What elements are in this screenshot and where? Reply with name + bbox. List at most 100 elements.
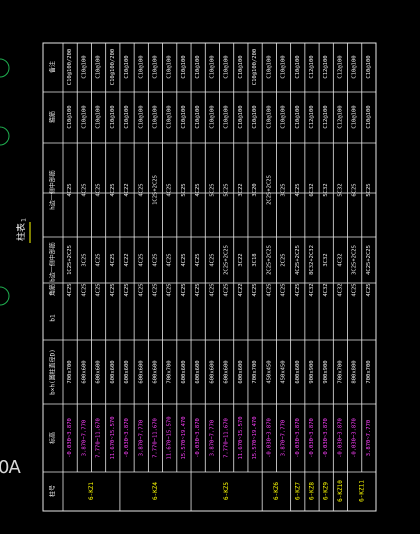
b-mid-bar-cell: 2C25+2C25	[224, 245, 230, 275]
b-mid-bar-cell: 1C25+2C25	[67, 245, 73, 275]
b-mid-bar-cell: 4C25	[110, 253, 116, 266]
b-mid-bar-cell: 2C25	[281, 253, 287, 266]
section-size-cell: 600x600	[138, 360, 144, 383]
column-id-cell: 6-KZ8	[308, 482, 315, 500]
b-mid-bar-cell: 4C22	[124, 253, 130, 266]
elevation-cell: -0.030~3.870	[266, 418, 272, 458]
note-cell: C12@100	[309, 55, 315, 78]
column-schedule-drawing: 备注箍筋 h边一侧中部筋 b边一侧中部筋角筋 b1 b×h(圆柱直径D) 标高柱号 C10@…	[0, 42, 377, 512]
elevation-cell: 3.870~7.770	[366, 420, 372, 456]
column-id-cell: 6-KZ9	[323, 482, 330, 500]
section-size-cell: 700x700	[366, 360, 372, 383]
corner-bar-cell: 4C25	[152, 283, 158, 296]
stirrup-cell: C12@100	[337, 105, 343, 128]
elevation-cell: -0.030~3.870	[195, 418, 201, 458]
corner-bar-cell: 4C32	[309, 283, 315, 296]
section-size-cell: 700x700	[67, 360, 73, 383]
corner-bar-cell: 4C25	[252, 283, 258, 296]
stirrup-cell: C10@100	[181, 105, 187, 128]
elevation-cell: -0.030~3.870	[309, 418, 315, 458]
section-size-cell: 700x700	[167, 360, 173, 383]
column-id-cell: 6-KZ10	[337, 480, 344, 502]
note-cell: C10@100	[167, 55, 173, 78]
b-mid-bar-cell: 4C32	[337, 253, 343, 266]
h-mid-bar-cell: 3C22	[238, 183, 244, 196]
corner-bar-cell: 4C25	[110, 283, 116, 296]
corner-bar-cell: 4C25	[67, 283, 73, 296]
note-cell: C10@100	[224, 55, 230, 78]
h-mid-bar-cell: 4C25	[138, 183, 144, 196]
corner-bar-cell: 4C25	[266, 283, 272, 296]
section-size-cell: 600x600	[224, 360, 230, 383]
h-mid-bar-cell: 5C25	[224, 183, 230, 196]
b-mid-bar-cell: 4C25	[209, 253, 215, 266]
h-mid-bar-cell: 6C25	[352, 183, 358, 196]
column-id-cell: 6-KZ1	[88, 482, 95, 500]
elevation-cell: 7.770~11.670	[224, 418, 230, 458]
column-id-cell: 6-KZ4	[152, 482, 159, 500]
stirrup-cell: C10@100	[124, 105, 130, 128]
b-mid-bar-cell: 3C25	[81, 253, 87, 266]
header-cell: b边一侧中部筋	[49, 242, 57, 282]
b-mid-bar-cell: 3C25+2C25	[352, 245, 358, 275]
column-id-cell: 6-KZ11	[358, 480, 365, 502]
corner-bar-cell: 4C25	[181, 283, 187, 296]
stirrup-cell: C10@100	[152, 105, 158, 128]
elevation-cell: -0.030~3.870	[67, 418, 73, 458]
note-cell: C12@100	[337, 55, 343, 78]
note-cell: C10@100	[124, 55, 130, 78]
h-mid-bar-cell: 5C32	[323, 183, 329, 196]
note-cell: C10@100/200	[67, 49, 73, 85]
header-cell: 备注	[49, 61, 57, 73]
corner-bar-cell: 4C25	[352, 283, 358, 296]
b-mid-bar-cell: 4C25	[138, 253, 144, 266]
elevation-cell: 11.670~15.570	[238, 416, 244, 459]
h-mid-bar-cell: 2C25+2C25	[266, 175, 272, 205]
header-cell: 柱号	[49, 485, 57, 497]
stirrup-cell: C10@100	[266, 105, 272, 128]
h-mid-bar-cell: 4C22	[124, 183, 130, 196]
elevation-cell: -0.030~3.870	[323, 418, 329, 458]
b-mid-bar-cell: 4C25	[152, 253, 158, 266]
b-mid-bar-cell: 3C18	[252, 253, 258, 266]
stirrup-cell: C12@100	[309, 105, 315, 128]
section-size-cell: 600x600	[195, 360, 201, 383]
note-cell: C10@100/200	[252, 49, 258, 85]
elevation-cell: 3.870~7.770	[81, 420, 87, 456]
h-mid-bar-cell: 5C25	[209, 183, 215, 196]
note-cell: C10@100	[81, 55, 87, 78]
b-mid-bar-cell: 3C32	[323, 253, 329, 266]
stirrup-cell: C10@100	[209, 105, 215, 128]
column-id-cell: 6-KZ6	[273, 482, 280, 500]
corner-bar-cell: 4C32	[337, 283, 343, 296]
margin-circle	[0, 58, 10, 78]
corner-bar-cell: 4C25	[81, 283, 87, 296]
stirrup-cell: C10@100	[195, 105, 201, 128]
corner-bar-cell: 4C25	[295, 283, 301, 296]
elevation-cell: 7.770~11.670	[152, 418, 158, 458]
h-mid-bar-cell: 3C20	[252, 183, 258, 196]
section-size-cell: 700x700	[337, 360, 343, 383]
schedule-title-text: 柱表	[15, 223, 27, 241]
b-mid-bar-cell: 4C25+2C25	[295, 245, 301, 275]
stirrup-cell: C10@100	[281, 105, 287, 128]
h-mid-bar-cell: 4C25	[81, 183, 87, 196]
note-cell: C10@100	[195, 55, 201, 78]
section-size-cell: 900x900	[323, 360, 329, 383]
h-mid-bar-cell: 4C25	[67, 183, 73, 196]
note-cell: C10@100	[266, 55, 272, 78]
elevation-cell: -0.030~3.870	[337, 418, 343, 458]
h-mid-bar-cell: 4C25	[295, 183, 301, 196]
b-mid-bar-cell: 4C25	[167, 253, 173, 266]
corner-bar-cell: 4C25	[366, 283, 372, 296]
elevation-cell: 11.670~15.570	[167, 416, 173, 459]
b-mid-bar-cell: 8C32+2C32	[309, 245, 315, 275]
b-mid-bar-cell: 3C22	[238, 253, 244, 266]
h-mid-bar-cell: 6C32	[309, 183, 315, 196]
stirrup-cell: C10@100	[138, 105, 144, 128]
column-id-cell: 6-KZ7	[294, 482, 301, 500]
section-size-cell: 600x600	[96, 360, 102, 383]
note-cell: C10@100	[281, 55, 287, 78]
corner-bar-cell: 4C25	[138, 283, 144, 296]
header-cell: h边一侧中部筋	[49, 170, 57, 210]
